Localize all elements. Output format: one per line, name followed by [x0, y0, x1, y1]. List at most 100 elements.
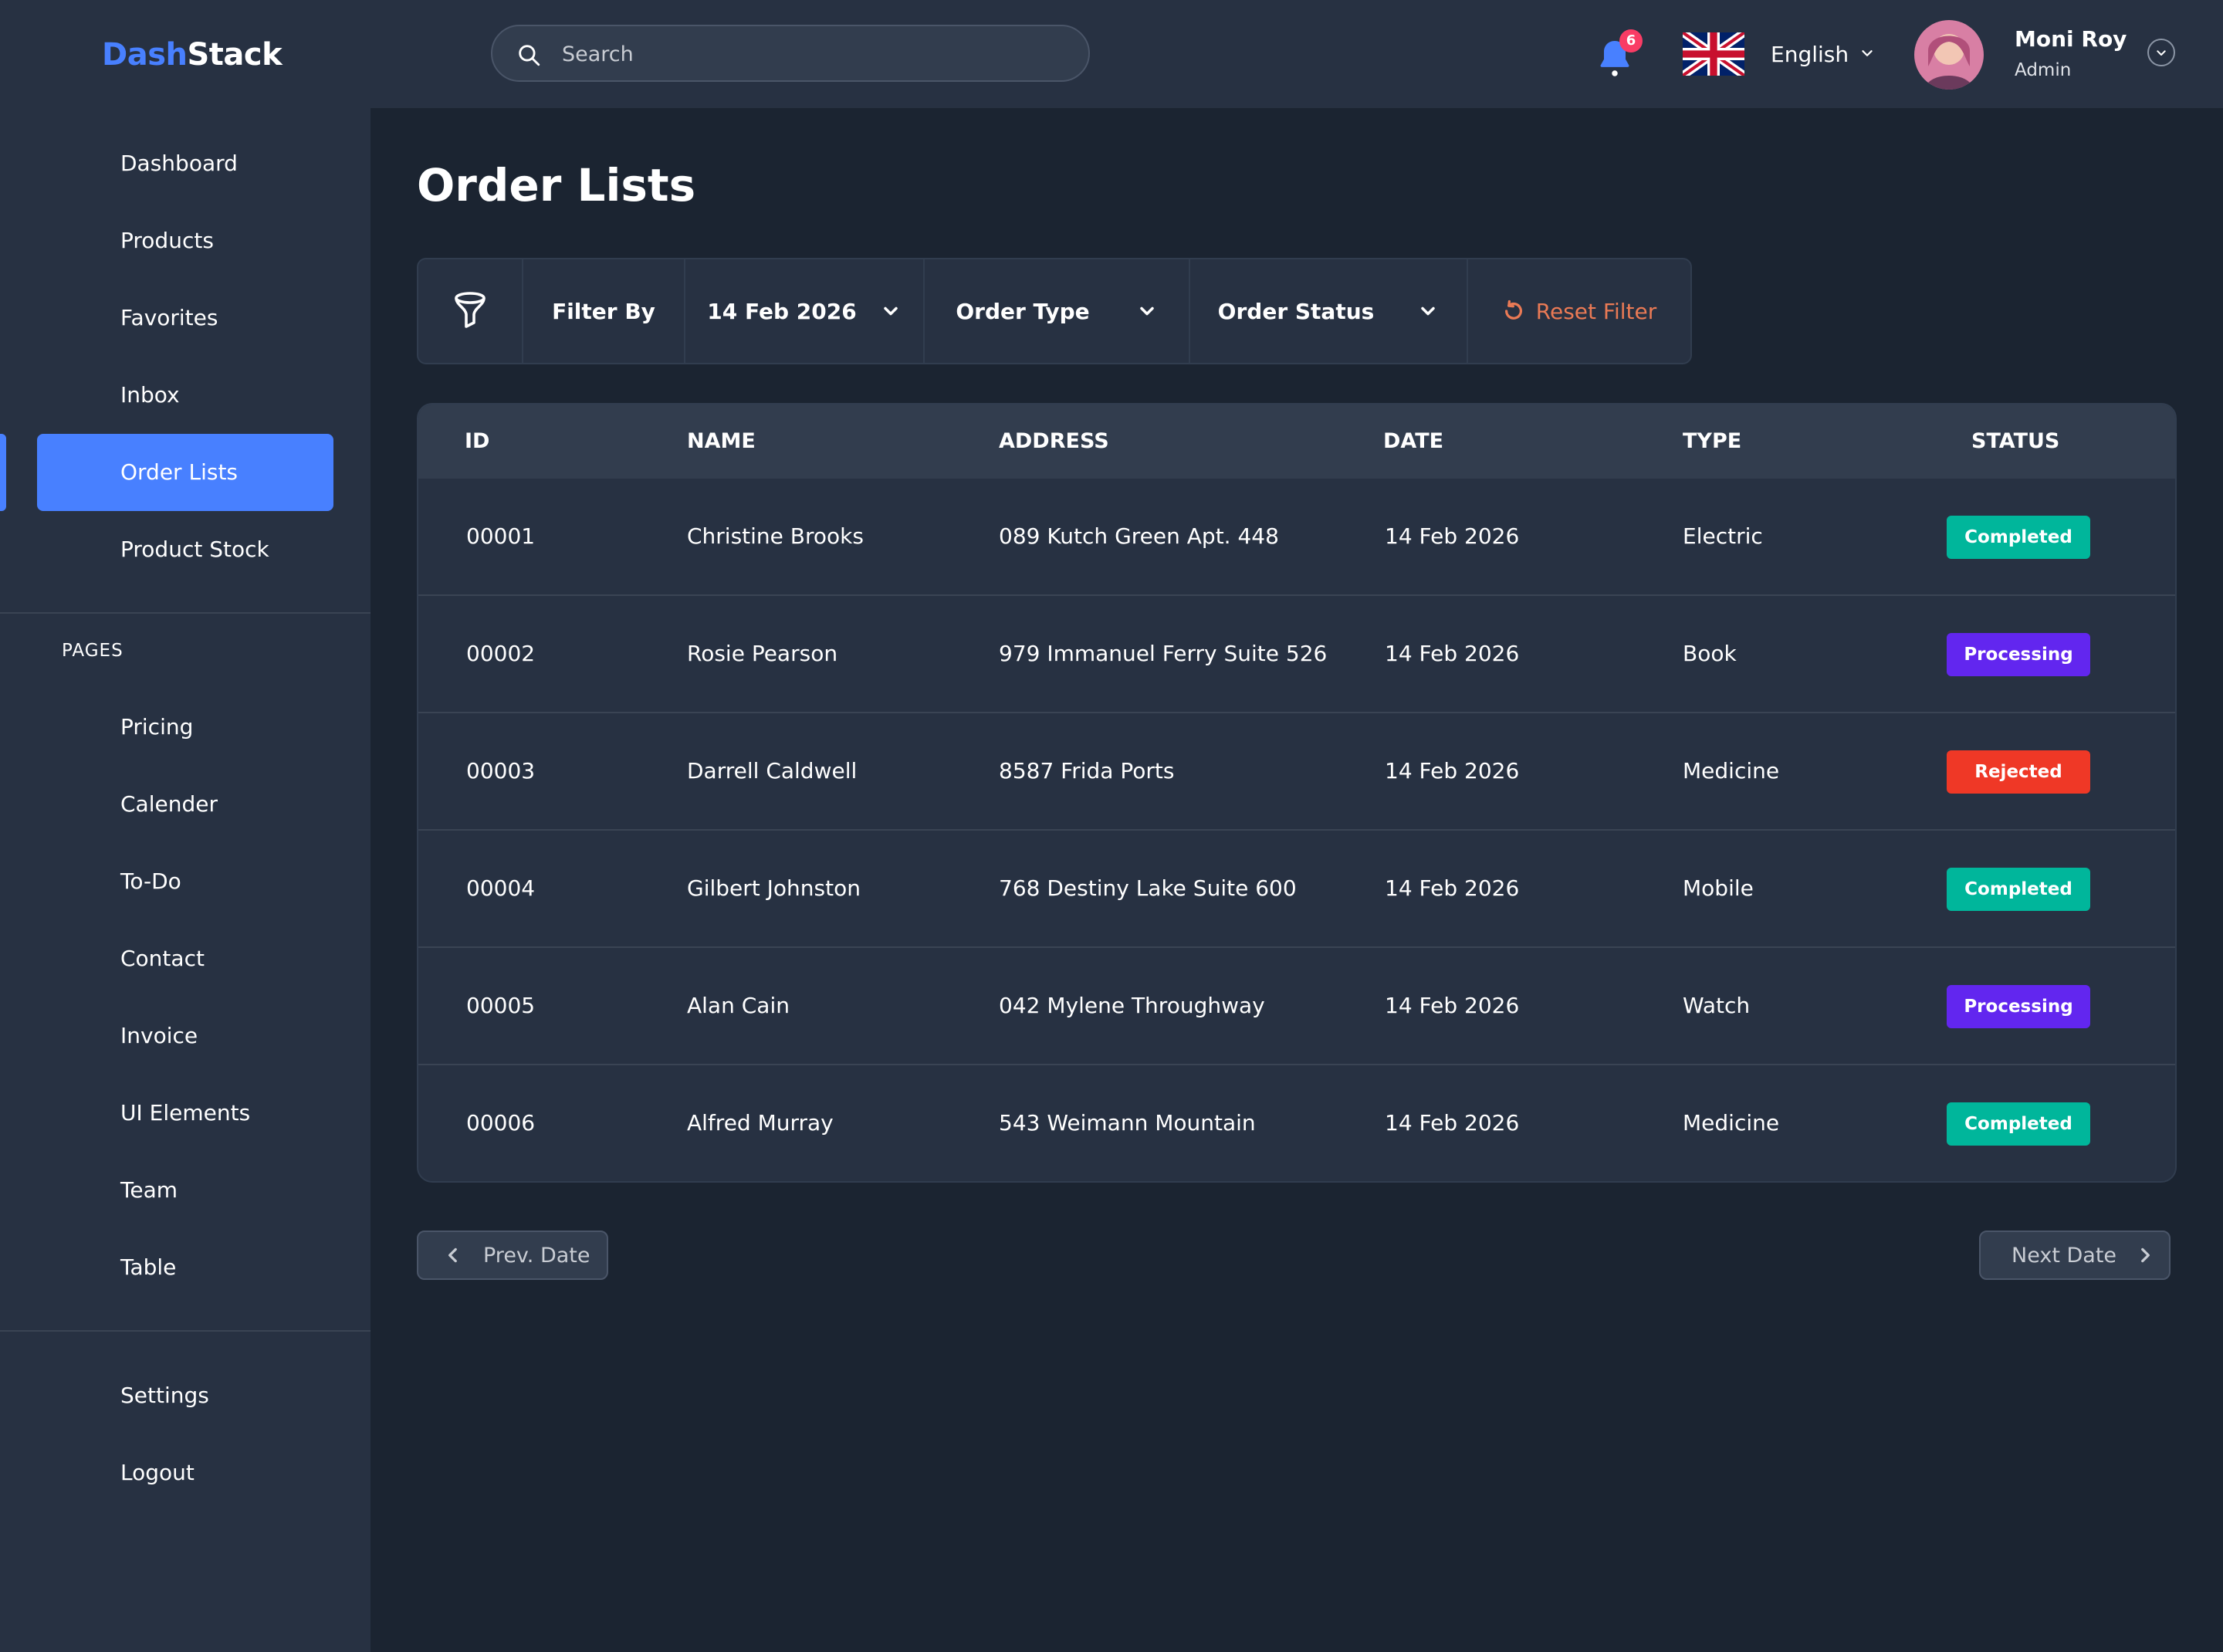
sidebar-item-label: Team: [120, 1177, 178, 1203]
pages-section-label: PAGES: [62, 641, 124, 661]
sidebar-item-contact[interactable]: Contact: [37, 920, 333, 997]
sidebar-item-calender[interactable]: Calender: [37, 766, 333, 843]
cell-name: Rosie Pearson: [687, 641, 838, 666]
column-header-name: NAME: [687, 429, 756, 453]
sidebar-item-label: Pricing: [120, 714, 194, 740]
table-row[interactable]: 00006 Alfred Murray 543 Weimann Mountain…: [418, 1065, 2175, 1181]
sidebar-item-invoice[interactable]: Invoice: [37, 997, 333, 1075]
sidebar-item-products[interactable]: Products: [37, 202, 333, 279]
sidebar-item-label: To-Do: [120, 868, 181, 894]
table-header: ID NAME ADDRESS DATE TYPE STATUS: [418, 405, 2175, 479]
cell-type: Medicine: [1683, 1110, 1780, 1136]
page-title: Order Lists: [417, 159, 696, 212]
search-box[interactable]: [491, 25, 1090, 82]
user-menu-button[interactable]: [2147, 39, 2175, 66]
sidebar-item-settings[interactable]: Settings: [37, 1357, 333, 1434]
avatar[interactable]: [1914, 20, 1984, 90]
notification-badge: 6: [1619, 29, 1643, 52]
cell-name: Darrell Caldwell: [687, 758, 858, 784]
cell-type: Mobile: [1683, 875, 1754, 901]
chevron-right-icon: [2141, 1247, 2150, 1263]
table-row[interactable]: 00001 Christine Brooks 089 Kutch Green A…: [418, 479, 2175, 596]
reset-filter-label: Reset Filter: [1535, 298, 1657, 324]
cell-date: 14 Feb 2026: [1385, 993, 1520, 1018]
status-badge: Completed: [1947, 868, 2090, 911]
cell-date: 14 Feb 2026: [1385, 758, 1520, 784]
sidebar-divider: [0, 612, 370, 614]
cell-date: 14 Feb 2026: [1385, 523, 1520, 549]
order-type-dropdown[interactable]: Order Type: [925, 259, 1190, 363]
table-row[interactable]: 00004 Gilbert Johnston 768 Destiny Lake …: [418, 831, 2175, 948]
chevron-down-icon[interactable]: [1859, 45, 1876, 62]
sidebar-item-label: Invoice: [120, 1023, 198, 1048]
funnel-icon: [455, 292, 486, 328]
sidebar-item-label: Products: [120, 228, 214, 253]
user-name: Moni Roy: [2015, 26, 2127, 52]
sidebar-item-dashboard[interactable]: Dashboard: [37, 125, 333, 202]
cell-type: Watch: [1683, 993, 1751, 1018]
cell-date: 14 Feb 2026: [1385, 641, 1520, 666]
cell-type: Electric: [1683, 523, 1763, 549]
status-badge: Rejected: [1947, 750, 2090, 794]
cell-name: Alfred Murray: [687, 1110, 834, 1136]
sidebar-item-inbox[interactable]: Inbox: [37, 357, 333, 434]
sidebar-item-table[interactable]: Table: [37, 1229, 333, 1306]
sidebar-item-logout[interactable]: Logout: [37, 1434, 333, 1512]
order-type-label: Order Type: [956, 298, 1090, 324]
cell-id: 00006: [466, 1110, 536, 1136]
next-date-button[interactable]: Next Date: [1979, 1231, 2171, 1280]
table-row[interactable]: 00005 Alan Cain 042 Mylene Throughway 14…: [418, 948, 2175, 1065]
sidebar-item-product-stock[interactable]: Product Stock: [37, 511, 333, 588]
cell-date: 14 Feb 2026: [1385, 1110, 1520, 1136]
status-badge: Processing: [1947, 985, 2090, 1028]
cell-address: 543 Weimann Mountain: [999, 1110, 1256, 1136]
prev-date-button[interactable]: Prev. Date: [417, 1231, 608, 1280]
cell-date: 14 Feb 2026: [1385, 875, 1520, 901]
chevron-down-icon: [1421, 306, 1436, 316]
uk-flag-icon[interactable]: [1683, 32, 1744, 76]
date-filter-dropdown[interactable]: 14 Feb 2026: [685, 259, 925, 363]
sidebar-item-order-lists[interactable]: Order Lists: [37, 434, 333, 511]
cell-id: 00005: [466, 993, 536, 1018]
sidebar-item-label: Calender: [120, 791, 218, 817]
sidebar-item-label: Table: [120, 1254, 177, 1280]
chevron-left-icon: [448, 1247, 457, 1263]
cell-address: 089 Kutch Green Apt. 448: [999, 523, 1279, 549]
column-header-status: STATUS: [1971, 429, 2060, 453]
sidebar-item-label: Contact: [120, 946, 205, 971]
sidebar-item-label: Favorites: [120, 305, 218, 330]
filter-icon-cell: [418, 259, 523, 363]
brand-logo-part1: Dash: [102, 37, 188, 73]
chevron-down-icon: [883, 306, 898, 316]
cell-name: Gilbert Johnston: [687, 875, 861, 901]
sidebar-item-label: Logout: [120, 1460, 195, 1485]
cell-id: 00003: [466, 758, 536, 784]
table-row[interactable]: 00002 Rosie Pearson 979 Immanuel Ferry S…: [418, 596, 2175, 713]
table-row[interactable]: 00003 Darrell Caldwell 8587 Frida Ports …: [418, 713, 2175, 831]
cell-name: Christine Brooks: [687, 523, 864, 549]
cell-address: 042 Mylene Throughway: [999, 993, 1265, 1018]
reset-filter-button[interactable]: Reset Filter: [1468, 259, 1690, 363]
filter-by-label: Filter By: [523, 259, 685, 363]
chevron-down-icon: [1139, 306, 1154, 316]
search-input[interactable]: [560, 26, 1057, 82]
orders-table: ID NAME ADDRESS DATE TYPE STATUS 00001 C…: [417, 403, 2177, 1183]
brand-logo[interactable]: DashStack: [102, 37, 283, 73]
language-selector[interactable]: English: [1771, 42, 1849, 67]
sidebar-item-ui-elements[interactable]: UI Elements: [37, 1075, 333, 1152]
brand-logo-part2: Stack: [187, 37, 283, 73]
filter-bar: Filter By 14 Feb 2026 Order Type Order S…: [417, 258, 1692, 364]
filter-by-text: Filter By: [552, 298, 655, 324]
sidebar-item-team[interactable]: Team: [37, 1152, 333, 1229]
column-header-address: ADDRESS: [999, 429, 1109, 453]
sidebar-item-to-do[interactable]: To-Do: [37, 843, 333, 920]
order-status-dropdown[interactable]: Order Status: [1190, 259, 1468, 363]
column-header-date: DATE: [1383, 429, 1444, 453]
sidebar-item-pricing[interactable]: Pricing: [37, 689, 333, 766]
sidebar-item-favorites[interactable]: Favorites: [37, 279, 333, 357]
cell-type: Book: [1683, 641, 1737, 666]
cell-type: Medicine: [1683, 758, 1780, 784]
search-icon: [519, 45, 540, 66]
sidebar-item-label: Settings: [120, 1383, 209, 1408]
order-status-label: Order Status: [1217, 298, 1375, 324]
